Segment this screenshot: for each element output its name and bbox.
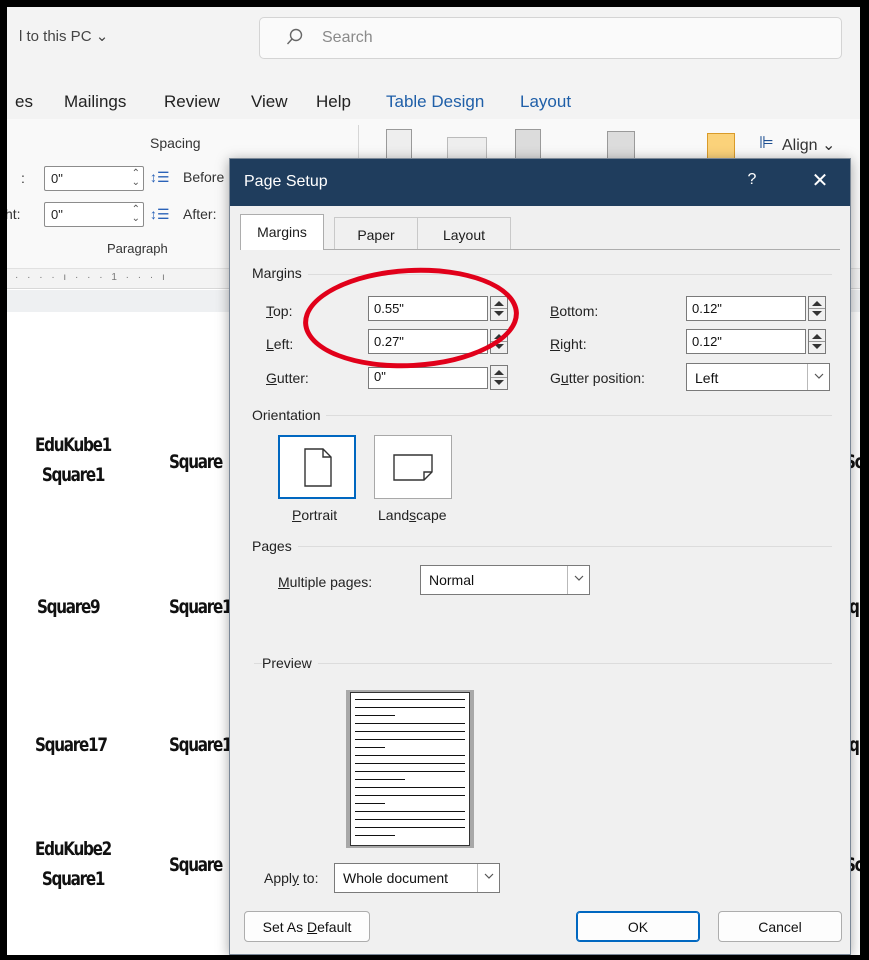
- gutter-spinner[interactable]: [490, 365, 508, 390]
- indent-right-value: 0": [51, 207, 63, 222]
- table-icon-5[interactable]: [707, 133, 735, 161]
- left-label: Left:: [266, 336, 294, 352]
- pages-group-label: Pages: [252, 538, 298, 554]
- help-button[interactable]: ?: [742, 171, 762, 189]
- table-icon-4[interactable]: [607, 131, 635, 161]
- ribbon-tabs: es Mailings Review View Help Table Desig…: [7, 71, 860, 119]
- doc-word: Square: [169, 451, 223, 473]
- set-as-default-button[interactable]: Set As Default: [244, 911, 370, 942]
- landscape-label: Landscape: [378, 507, 447, 523]
- tab-mailings[interactable]: Mailings: [64, 92, 126, 112]
- right-margin-spinner[interactable]: [808, 329, 826, 354]
- tab-table-design[interactable]: Table Design: [386, 92, 484, 112]
- indent-left-value: 0": [51, 171, 63, 186]
- multiple-pages-select[interactable]: Normal: [420, 565, 590, 595]
- spacing-label: Spacing: [150, 135, 201, 151]
- page-setup-dialog: Page Setup ? ✕ Margins Paper Layout Marg…: [229, 158, 851, 955]
- doc-word: Square1: [169, 734, 233, 756]
- close-button[interactable]: ✕: [808, 168, 832, 193]
- apply-to-label: Apply to:: [264, 870, 319, 886]
- ok-button[interactable]: OK: [576, 911, 700, 942]
- tab-page-layout[interactable]: Layout: [417, 217, 511, 249]
- table-icon-3[interactable]: [515, 129, 541, 159]
- preview-group-label: Preview: [262, 655, 318, 671]
- search-box[interactable]: Search: [259, 17, 842, 59]
- preview-page-sheet: [350, 692, 470, 846]
- group-divider: [254, 546, 832, 547]
- bottom-margin-spinner[interactable]: [808, 296, 826, 321]
- chevron-down-icon[interactable]: [567, 566, 589, 594]
- word-window: l to this PC ⌄ Search es Mailings Review…: [7, 7, 860, 955]
- search-icon: [286, 28, 303, 45]
- dialog-title: Page Setup: [244, 173, 328, 190]
- indent-left-input[interactable]: 0" ⌃ ⌄: [44, 166, 144, 191]
- tab-layout[interactable]: Layout: [520, 92, 571, 112]
- doc-word: Square17: [35, 734, 108, 756]
- search-placeholder: Search: [322, 29, 373, 46]
- gutter-label: Gutter:: [266, 370, 309, 386]
- group-divider: [254, 415, 832, 416]
- spacing-after-icon: ↕☰: [150, 206, 170, 222]
- portrait-button[interactable]: [278, 435, 356, 499]
- multiple-pages-label: Multiple pages:: [278, 574, 373, 590]
- bottom-label: Bottom:: [550, 303, 599, 319]
- right-margin-input[interactable]: [686, 329, 806, 354]
- apply-to-value: Whole document: [343, 870, 449, 886]
- dialog-title-bar: Page Setup ? ✕: [230, 159, 850, 206]
- doc-word: Square1: [169, 596, 233, 618]
- spacing-before-icon: ↕☰: [150, 169, 170, 185]
- indent-right-spinner[interactable]: ⌃ ⌄: [132, 205, 140, 224]
- chevron-down-icon[interactable]: [477, 864, 499, 892]
- save-status-text[interactable]: l to this PC ⌄: [19, 27, 108, 45]
- doc-word: EduKube1 Square1: [35, 434, 112, 486]
- tab-margins[interactable]: Margins: [240, 214, 324, 250]
- spacing-before-label: Before: [183, 169, 225, 185]
- gutter-position-label: Gutter position:: [550, 370, 645, 386]
- gutter-input[interactable]: [368, 367, 488, 389]
- indent-left-label: :: [21, 170, 25, 186]
- landscape-button[interactable]: [374, 435, 452, 499]
- left-margin-input[interactable]: [368, 329, 488, 354]
- doc-word: Square: [169, 854, 223, 876]
- indent-right-label: ht:: [7, 206, 21, 222]
- cancel-button[interactable]: Cancel: [718, 911, 842, 942]
- gutter-position-select[interactable]: Left: [686, 363, 830, 391]
- apply-to-select[interactable]: Whole document: [334, 863, 500, 893]
- page-preview: [346, 690, 474, 848]
- orientation-group-label: Orientation: [252, 407, 327, 423]
- title-bar: l to this PC ⌄ Search: [7, 7, 860, 71]
- tab-help[interactable]: Help: [316, 92, 351, 112]
- right-label: Right:: [550, 336, 587, 352]
- multiple-pages-value: Normal: [429, 572, 475, 588]
- top-label: Top:: [266, 303, 293, 319]
- landscape-page-icon: [393, 454, 433, 481]
- left-margin-spinner[interactable]: [490, 329, 508, 354]
- indent-right-input[interactable]: 0" ⌃ ⌄: [44, 202, 144, 227]
- tab-view[interactable]: View: [251, 92, 288, 112]
- ruler-marks: · · · · ı · · · 1 · · · ı: [15, 272, 168, 283]
- group-divider: [254, 274, 832, 275]
- screenshot-frame: l to this PC ⌄ Search es Mailings Review…: [0, 0, 869, 960]
- doc-word: EduKube2 Square1: [35, 838, 112, 890]
- spacing-after-label: After:: [183, 206, 217, 222]
- align-icon: ⊫: [759, 133, 774, 152]
- gutter-position-value: Left: [695, 370, 719, 386]
- doc-word: Square9: [37, 596, 101, 618]
- tab-paper[interactable]: Paper: [334, 217, 418, 249]
- margins-group-label: Margins: [252, 265, 308, 281]
- chevron-down-icon[interactable]: [807, 364, 829, 390]
- tab-references-partial[interactable]: es: [15, 92, 33, 112]
- bottom-margin-input[interactable]: [686, 296, 806, 321]
- top-margin-spinner[interactable]: [490, 296, 508, 321]
- portrait-label: Portrait: [292, 507, 338, 523]
- top-margin-input[interactable]: [368, 296, 488, 321]
- tab-review[interactable]: Review: [164, 92, 220, 112]
- group-divider: [254, 663, 832, 664]
- portrait-page-icon: [304, 448, 332, 487]
- align-button[interactable]: Align ⌄: [782, 135, 835, 155]
- indent-left-spinner[interactable]: ⌃ ⌄: [132, 169, 140, 188]
- paragraph-group-label: Paragraph: [107, 241, 168, 256]
